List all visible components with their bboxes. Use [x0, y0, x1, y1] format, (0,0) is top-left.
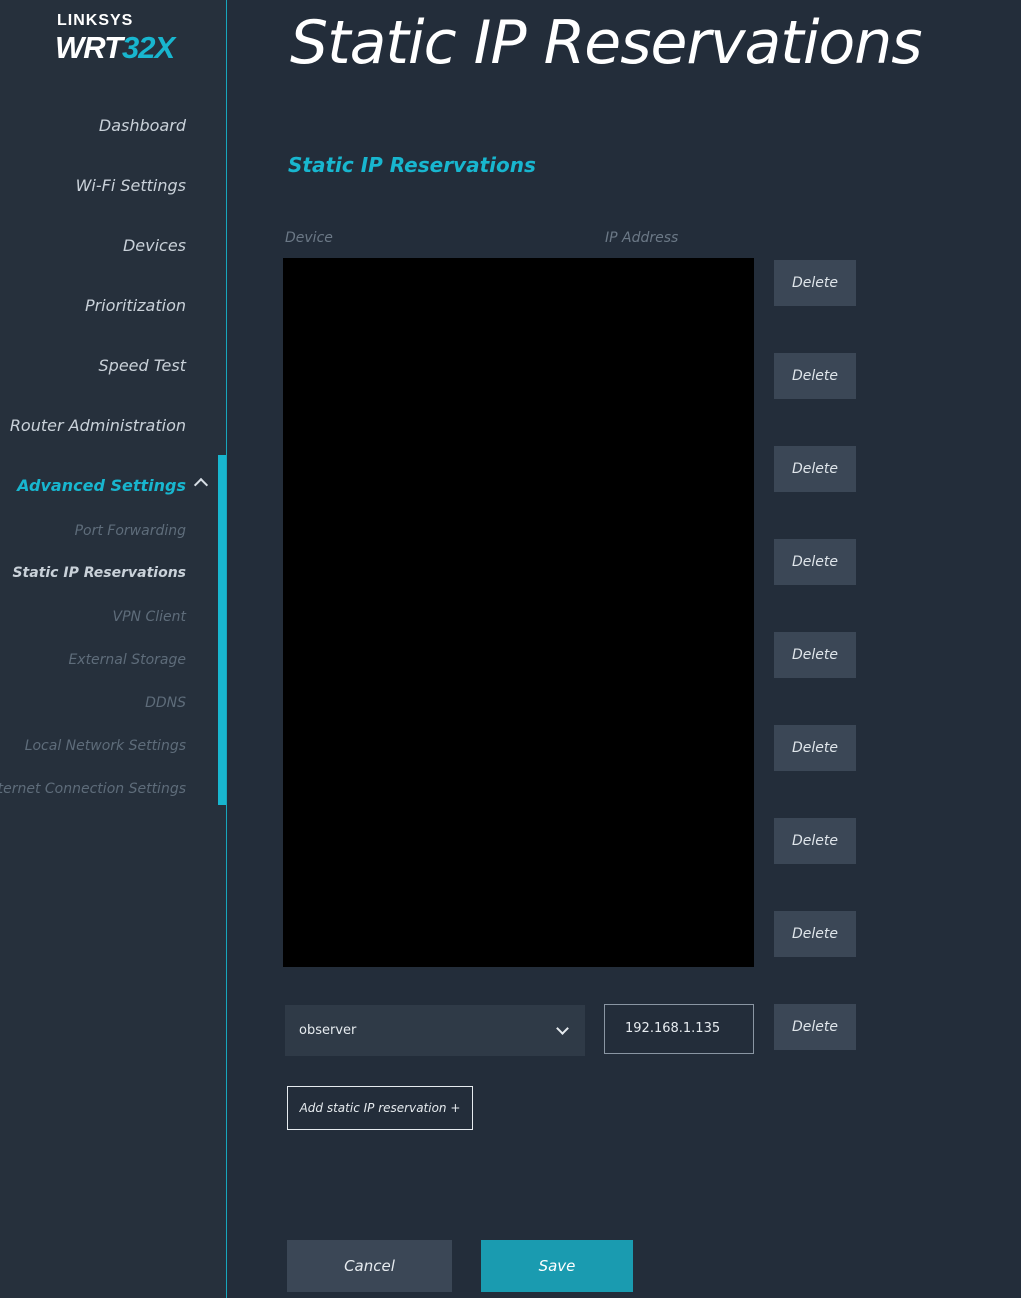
sub-item-ddns[interactable]: DDNS — [145, 695, 186, 711]
sub-item-internet-connection-settings[interactable]: Internet Connection Settings — [0, 781, 186, 797]
delete-button[interactable]: Delete — [774, 632, 856, 678]
active-section-indicator — [218, 455, 226, 805]
brand-logo-model: WRT32X — [55, 30, 175, 66]
delete-button[interactable]: Delete — [774, 539, 856, 585]
page-title: Static IP Reservations — [290, 8, 922, 78]
sub-item-local-network-settings[interactable]: Local Network Settings — [25, 738, 186, 754]
nav-item-speed-test[interactable]: Speed Test — [99, 356, 187, 375]
device-select-value: observer — [299, 1023, 357, 1038]
ip-address-field[interactable]: 192.168.1.135 — [604, 1004, 754, 1054]
delete-button[interactable]: Delete — [774, 353, 856, 399]
sub-item-static-ip-reservations[interactable]: Static IP Reservations — [12, 565, 186, 581]
delete-button[interactable]: Delete — [774, 818, 856, 864]
brand-logo-top: LINKSYS — [57, 12, 134, 29]
chevron-down-icon — [556, 1022, 569, 1035]
device-select[interactable]: observer — [285, 1005, 585, 1056]
delete-button[interactable]: Delete — [774, 446, 856, 492]
model-accent: 32X — [122, 30, 175, 65]
nav-item-dashboard[interactable]: Dashboard — [99, 116, 186, 135]
sub-item-external-storage[interactable]: External Storage — [68, 652, 186, 668]
delete-button[interactable]: Delete — [774, 1004, 856, 1050]
delete-button[interactable]: Delete — [774, 911, 856, 957]
sub-item-vpn-client[interactable]: VPN Client — [113, 609, 186, 625]
redacted-reservation-rows — [283, 258, 754, 967]
nav-item-advanced-settings[interactable]: Advanced Settings — [17, 476, 186, 495]
model-prefix: WRT — [55, 30, 123, 65]
nav-item-devices[interactable]: Devices — [123, 236, 186, 255]
add-static-ip-reservation-button[interactable]: Add static IP reservation + — [287, 1086, 473, 1130]
delete-button[interactable]: Delete — [774, 725, 856, 771]
chevron-up-icon[interactable] — [193, 477, 209, 493]
cancel-button[interactable]: Cancel — [287, 1240, 452, 1292]
nav-item-wifi-settings[interactable]: Wi-Fi Settings — [76, 176, 186, 195]
sidebar: LINKSYS WRT32X Dashboard Wi-Fi Settings … — [0, 0, 227, 1298]
delete-button[interactable]: Delete — [774, 260, 856, 306]
nav-item-router-administration[interactable]: Router Administration — [10, 416, 186, 435]
sub-item-port-forwarding[interactable]: Port Forwarding — [75, 523, 186, 539]
column-header-ip-address: IP Address — [605, 230, 679, 246]
save-button[interactable]: Save — [481, 1240, 633, 1292]
column-header-device: Device — [285, 230, 333, 246]
nav-item-prioritization[interactable]: Prioritization — [85, 296, 186, 315]
section-title: Static IP Reservations — [288, 153, 536, 177]
